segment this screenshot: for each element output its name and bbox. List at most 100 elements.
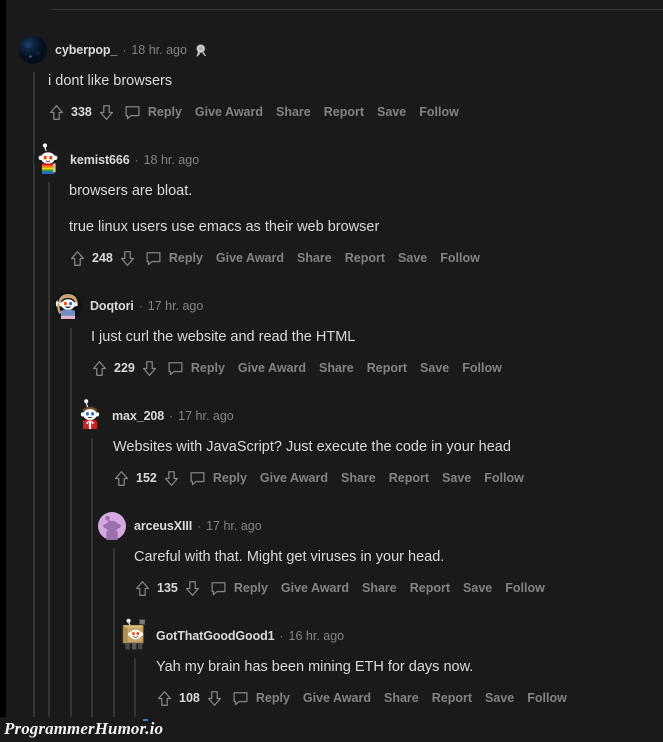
comment-body: browsers are bloat. true linux users use … [69,182,663,268]
comment-header: kemist666 · 18 hr. ago [34,143,663,174]
purple-snoo-silhouette-avatar[interactable] [98,512,126,540]
meta-separator-dot: · [197,519,202,533]
action-report[interactable]: Report [345,251,385,265]
action-share[interactable]: Share [341,471,376,485]
vote-score: 152 [136,471,157,485]
comment-author-link[interactable]: kemist666 [70,153,130,167]
meta-separator-dot: · [169,409,174,423]
action-share[interactable]: Share [297,251,332,265]
action-save[interactable]: Save [377,105,406,119]
upvote-arrow-icon[interactable] [113,470,130,487]
comment-timestamp[interactable]: 17 hr. ago [178,409,234,423]
action-reply[interactable]: Reply [234,581,268,595]
action-report[interactable]: Report [389,471,429,485]
comment-paragraph: true linux users use emacs as their web … [69,219,380,235]
comment-author-link[interactable]: arceusXIII [134,519,192,533]
snoo-cardboard-box-avatar[interactable] [120,618,148,650]
comment-action-bar: 338 Reply Give Award Share Report Save Follow [48,102,663,122]
action-report[interactable]: Report [324,105,364,119]
silver-award-icon[interactable] [194,43,209,58]
comment-bubble-icon[interactable] [167,359,185,377]
action-save[interactable]: Save [442,471,471,485]
comment-body: Websites with JavaScript? Just execute t… [113,438,663,488]
action-reply[interactable]: Reply [148,105,182,119]
action-follow[interactable]: Follow [419,105,459,119]
action-report[interactable]: Report [367,361,407,375]
action-reply[interactable]: Reply [169,251,203,265]
action-follow[interactable]: Follow [505,581,545,595]
action-give-award[interactable]: Give Award [303,691,371,705]
snoo-rainbow-shirt-avatar[interactable] [34,143,62,174]
comment-kemist666: kemist666 · 18 hr. ago browsers are bloat. t… [34,143,663,268]
action-report[interactable]: Report [432,691,472,705]
action-share[interactable]: Share [384,691,419,705]
action-follow[interactable]: Follow [484,471,524,485]
top-divider [50,9,663,10]
snoo-long-hair-blue-shirt-avatar[interactable] [54,292,82,320]
site-watermark: ProgrammerHumor.io [4,719,164,738]
action-save[interactable]: Save [463,581,492,595]
comment-bubble-icon[interactable] [210,579,228,597]
meta-separator-dot: · [279,629,284,643]
action-reply[interactable]: Reply [256,691,290,705]
comment-paragraph: Websites with JavaScript? Just execute t… [113,439,511,455]
comment-Doqtori: Doqtori · 17 hr. ago I just curl the websit… [54,292,663,378]
comment-GotThatGoodGood1: GotThatGoodGood1 · 16 hr. ago Yah my brain … [120,618,663,708]
downvote-arrow-icon[interactable] [163,470,180,487]
action-follow[interactable]: Follow [440,251,480,265]
comment-timestamp[interactable]: 17 hr. ago [206,519,262,533]
comment-author-link[interactable]: GotThatGoodGood1 [156,629,275,643]
upvote-arrow-icon[interactable] [156,690,173,707]
comment-bubble-icon[interactable] [124,103,142,121]
action-follow[interactable]: Follow [462,361,502,375]
action-report[interactable]: Report [410,581,450,595]
comment-header: max_208 · 17 hr. ago [76,399,663,430]
comment-paragraph: I just curl the website and read the HTM… [91,329,356,345]
action-give-award[interactable]: Give Award [195,105,263,119]
upvote-arrow-icon[interactable] [48,104,65,121]
comment-action-bar: 152 Reply Give Award Share Report Save Follow [113,468,663,488]
comment-author-link[interactable]: max_208 [112,409,164,423]
comment-timestamp[interactable]: 16 hr. ago [289,629,345,643]
comment-header: cyberpop_ · 18 hr. ago [19,36,663,64]
vote-score: 229 [114,361,135,375]
comment-bubble-icon[interactable] [145,249,163,267]
action-give-award[interactable]: Give Award [281,581,349,595]
comment-action-bar: 229 Reply Give Award Share Report Save Follow [91,358,663,378]
action-share[interactable]: Share [276,105,311,119]
downvote-arrow-icon[interactable] [184,580,201,597]
left-edge-strip [0,0,6,742]
thread-line-depth-2[interactable] [70,328,72,717]
upvote-arrow-icon[interactable] [134,580,151,597]
comment-timestamp[interactable]: 18 hr. ago [144,153,200,167]
downvote-arrow-icon[interactable] [119,250,136,267]
action-save[interactable]: Save [485,691,514,705]
comment-header: GotThatGoodGood1 · 16 hr. ago [120,618,663,650]
action-share[interactable]: Share [362,581,397,595]
action-give-award[interactable]: Give Award [216,251,284,265]
comment-bubble-icon[interactable] [189,469,207,487]
comment-author-link[interactable]: cyberpop_ [55,43,117,57]
action-give-award[interactable]: Give Award [238,361,306,375]
comment-bubble-icon[interactable] [232,689,250,707]
action-follow[interactable]: Follow [527,691,567,705]
downvote-arrow-icon[interactable] [141,360,158,377]
comment-author-link[interactable]: Doqtori [90,299,134,313]
action-reply[interactable]: Reply [191,361,225,375]
dark-blue-planet-avatar[interactable] [19,36,47,64]
comment-body: Careful with that. Might get viruses in … [134,548,663,598]
comment-timestamp[interactable]: 18 hr. ago [131,43,187,57]
action-share[interactable]: Share [319,361,354,375]
action-give-award[interactable]: Give Award [260,471,328,485]
comment-paragraph: browsers are bloat. [69,183,193,199]
action-save[interactable]: Save [420,361,449,375]
action-save[interactable]: Save [398,251,427,265]
snoo-red-jacket-avatar[interactable] [76,399,104,430]
upvote-arrow-icon[interactable] [69,250,86,267]
comment-timestamp[interactable]: 17 hr. ago [148,299,204,313]
downvote-arrow-icon[interactable] [206,690,223,707]
upvote-arrow-icon[interactable] [91,360,108,377]
action-reply[interactable]: Reply [213,471,247,485]
downvote-arrow-icon[interactable] [98,104,115,121]
comment-action-bar: 248 Reply Give Award Share Report Save Follow [69,248,663,268]
